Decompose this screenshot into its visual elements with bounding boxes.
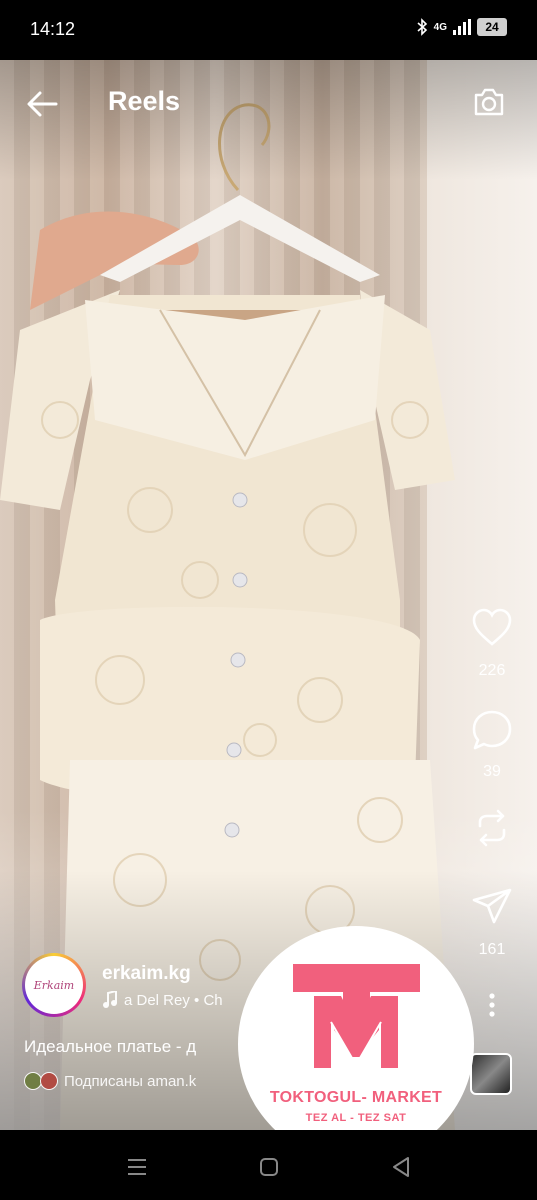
top-scrim bbox=[0, 60, 537, 180]
music-title: a Del Rey • Ch bbox=[124, 991, 223, 1009]
follower-avatar bbox=[40, 1072, 58, 1090]
author-avatar[interactable]: Erkaim bbox=[22, 953, 86, 1017]
more-options-icon[interactable] bbox=[470, 984, 514, 1028]
battery-icon: 24 bbox=[477, 18, 507, 36]
market-name: TOKTOGUL- MARKET bbox=[269, 1089, 443, 1106]
market-slogan: TEZ AL - TEZ SAT bbox=[305, 1112, 407, 1124]
music-note-icon bbox=[103, 991, 117, 1008]
page-title: Reels bbox=[108, 86, 181, 116]
market-logo: TOKTOGUL- MARKET TEZ AL - TEZ SAT bbox=[238, 926, 474, 1162]
status-icons: 4G 24 bbox=[416, 18, 507, 36]
comment-bubble-icon[interactable] bbox=[470, 708, 514, 752]
market-letter-logo bbox=[293, 964, 420, 1068]
signal-icon bbox=[453, 19, 471, 35]
recent-apps-icon[interactable] bbox=[122, 1152, 152, 1182]
share-send-icon[interactable] bbox=[470, 884, 514, 928]
remix-icon[interactable] bbox=[470, 806, 514, 850]
followed-by[interactable]: Подписаны aman.k bbox=[24, 1072, 196, 1090]
system-nav-bar bbox=[0, 1130, 537, 1200]
like-count: 226 bbox=[478, 662, 506, 679]
post-caption[interactable]: Идеальное платье - д bbox=[24, 1037, 196, 1057]
network-type-label: 4G bbox=[433, 21, 447, 33]
status-time: 14:12 bbox=[30, 19, 76, 39]
camera-icon[interactable] bbox=[471, 84, 507, 120]
comment-count: 39 bbox=[483, 763, 501, 780]
audio-thumbnail[interactable] bbox=[470, 1053, 512, 1095]
back-triangle-icon[interactable] bbox=[386, 1152, 416, 1182]
followers-text: Подписаны aman.k bbox=[64, 1072, 197, 1090]
avatar-logo-text: Erkaim bbox=[33, 978, 75, 992]
music-info[interactable]: a Del Rey • Ch bbox=[102, 991, 223, 1009]
bluetooth-icon bbox=[417, 18, 427, 36]
author-username[interactable]: erkaim.kg bbox=[102, 963, 191, 985]
status-bar: 14:12 4G 24 bbox=[0, 0, 537, 60]
like-heart-icon[interactable] bbox=[470, 606, 514, 650]
back-arrow-icon[interactable] bbox=[22, 84, 62, 124]
home-icon[interactable] bbox=[254, 1152, 284, 1182]
